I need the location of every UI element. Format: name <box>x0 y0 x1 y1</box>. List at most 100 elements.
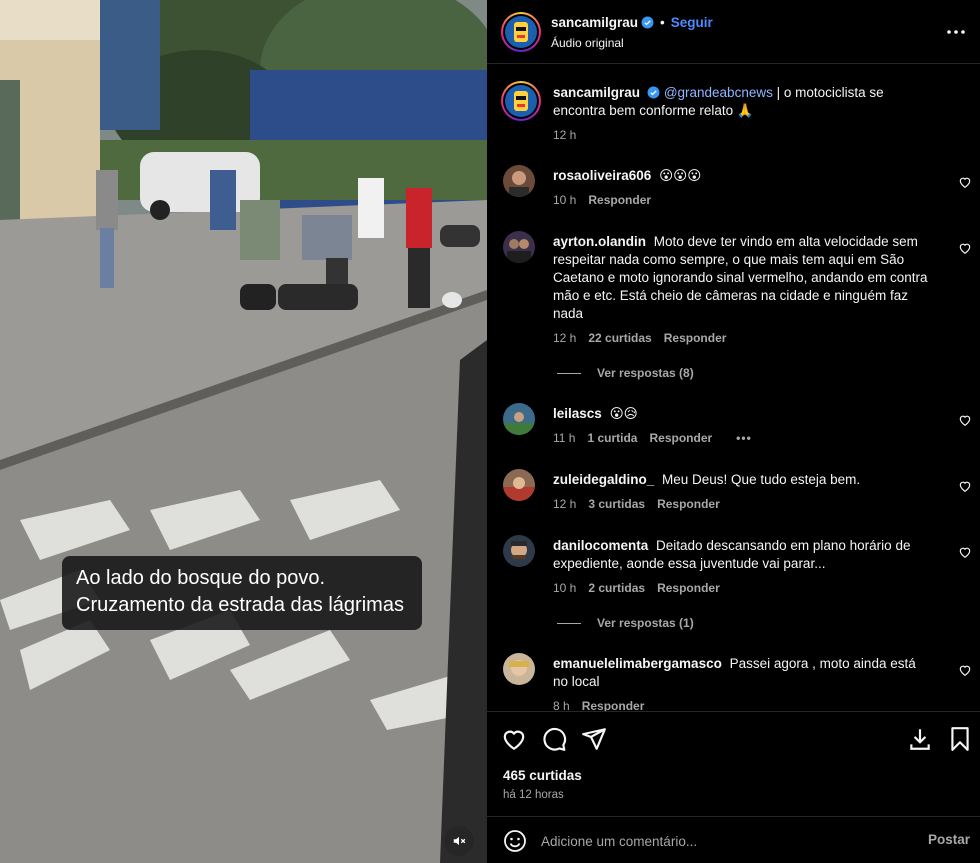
heart-icon[interactable] <box>958 175 972 189</box>
comment-body: 😮😮😮 <box>659 168 702 183</box>
post-panel: sancamilgrau • Seguir Áudio original san… <box>487 0 980 863</box>
caption-text: sancamilgrau @grandeabcnews | o motocicl… <box>553 84 933 120</box>
caption-line-1: Ao lado do bosque do povo. <box>76 567 326 589</box>
comment-avatar[interactable] <box>503 231 535 263</box>
header-user-row: sancamilgrau • Seguir <box>551 15 713 30</box>
download-icon[interactable] <box>907 726 933 752</box>
comment-text: emanuelelimabergamasco Passei agora , mo… <box>553 655 933 691</box>
heart-icon[interactable] <box>958 663 972 677</box>
heart-icon[interactable] <box>958 413 972 427</box>
comment-text: ayrton.olandin Moto deve ter vindo em al… <box>553 233 933 323</box>
comment-input[interactable] <box>541 829 901 853</box>
comment-body: 😮😥 <box>609 406 638 421</box>
comment-username[interactable]: zuleidegaldino_ <box>553 472 654 487</box>
comment-time[interactable]: 8 h <box>553 699 570 711</box>
caption-story-ring[interactable] <box>501 81 541 121</box>
user-photo-icon <box>511 541 527 559</box>
story-ring[interactable] <box>501 12 541 52</box>
reply-button[interactable]: Responder <box>657 497 720 511</box>
comment-body: Meu Deus! Que tudo esteja bem. <box>662 472 861 487</box>
more-options-icon <box>947 30 965 34</box>
caption-line-2: Cruzamento da estrada das lágrimas <box>76 594 404 616</box>
post-timestamp[interactable]: há 12 horas <box>503 789 564 801</box>
bookmark-icon[interactable] <box>947 726 973 752</box>
user-photo-icon <box>503 412 535 435</box>
video-frame <box>0 0 487 863</box>
comment-text: leilascs 😮😥 <box>553 405 933 423</box>
likes-count[interactable]: 3 curtidas <box>588 497 645 511</box>
comment-meta: 12 h 3 curtidas Responder <box>553 497 720 511</box>
comment-time[interactable]: 12 h <box>553 331 576 345</box>
comment-avatar[interactable] <box>503 165 535 197</box>
comment-meta: 11 h 1 curtida Responder ••• <box>553 431 752 445</box>
user-photo-icon <box>509 660 529 676</box>
verified-badge-icon <box>641 16 654 29</box>
view-replies-button[interactable]: Ver respostas (8) <box>557 366 694 380</box>
comment-avatar[interactable] <box>503 469 535 501</box>
profile-logo-icon <box>514 22 528 42</box>
reply-button[interactable]: Responder <box>588 193 651 207</box>
likes-count[interactable]: 22 curtidas <box>588 331 651 345</box>
comment-bubble-icon[interactable] <box>541 726 567 752</box>
comment-username[interactable]: danilocomenta <box>553 538 648 553</box>
likes-count[interactable]: 465 curtidas <box>503 768 582 783</box>
action-bar: 465 curtidas há 12 horas Postar <box>487 711 980 863</box>
mute-button[interactable] <box>444 826 474 856</box>
comment-username[interactable]: rosaoliveira606 <box>553 168 651 183</box>
comment-time[interactable]: 12 h <box>553 497 576 511</box>
profile-logo-icon <box>514 91 528 111</box>
caption-username[interactable]: sancamilgrau <box>553 85 640 100</box>
comment-meta: 10 h Responder <box>553 193 651 207</box>
caption-mention[interactable]: @grandeabcnews <box>664 85 773 100</box>
reply-button[interactable]: Responder <box>582 699 645 711</box>
verified-badge-icon <box>647 86 660 99</box>
heart-icon[interactable] <box>958 479 972 493</box>
comment-text: rosaoliveira606 😮😮😮 <box>553 167 933 185</box>
follow-button[interactable]: Seguir <box>671 15 713 30</box>
comment-avatar[interactable] <box>503 535 535 567</box>
comment-text: danilocomenta Deitado descansando em pla… <box>553 537 933 573</box>
view-replies-button[interactable]: Ver respostas (1) <box>557 616 694 630</box>
user-photo-icon <box>507 239 531 263</box>
video-player[interactable]: Ao lado do bosque do povo. Cruzamento da… <box>0 0 487 863</box>
audio-link[interactable]: Áudio original <box>551 36 624 50</box>
share-send-icon[interactable] <box>581 726 607 752</box>
comment-time[interactable]: 11 h <box>553 431 575 445</box>
comment-avatar[interactable] <box>503 403 535 435</box>
like-heart-icon[interactable] <box>501 726 527 752</box>
emoji-icon[interactable] <box>503 829 527 853</box>
comment-meta: 10 h 2 curtidas Responder <box>553 581 720 595</box>
post-header: sancamilgrau • Seguir Áudio original <box>487 0 980 64</box>
comment-options-button[interactable]: ••• <box>736 431 752 445</box>
add-comment-bar: Postar <box>487 816 980 863</box>
comments-list[interactable]: sancamilgrau @grandeabcnews | o motocicl… <box>487 65 980 711</box>
header-separator: • <box>660 15 665 30</box>
likes-count[interactable]: 1 curtida <box>587 431 637 445</box>
reply-button[interactable]: Responder <box>664 331 727 345</box>
comment-username[interactable]: emanuelelimabergamasco <box>553 656 722 671</box>
caption-meta: 12 h <box>553 128 576 142</box>
comment-meta: 12 h 22 curtidas Responder <box>553 331 726 345</box>
avatar <box>505 16 537 48</box>
comment-time[interactable]: 10 h <box>553 581 576 595</box>
view-replies-label: Ver respostas (1) <box>597 616 694 630</box>
user-photo-icon <box>503 477 535 501</box>
view-replies-label: Ver respostas (8) <box>597 366 694 380</box>
reply-button[interactable]: Responder <box>657 581 720 595</box>
comment-meta: 8 h Responder <box>553 699 644 711</box>
heart-icon[interactable] <box>958 241 972 255</box>
caption-avatar <box>505 85 537 117</box>
comment-username[interactable]: leilascs <box>553 406 602 421</box>
comment-avatar[interactable] <box>503 653 535 685</box>
likes-count[interactable]: 2 curtidas <box>588 581 645 595</box>
comment-text: zuleidegaldino_ Meu Deus! Que tudo estej… <box>553 471 933 489</box>
caption-time[interactable]: 12 h <box>553 128 576 142</box>
post-comment-button[interactable]: Postar <box>928 832 970 847</box>
video-caption: Ao lado do bosque do povo. Cruzamento da… <box>62 556 422 630</box>
reply-button[interactable]: Responder <box>649 431 712 445</box>
more-options-button[interactable] <box>944 20 968 44</box>
header-username[interactable]: sancamilgrau <box>551 15 638 30</box>
comment-time[interactable]: 10 h <box>553 193 576 207</box>
heart-icon[interactable] <box>958 545 972 559</box>
comment-username[interactable]: ayrton.olandin <box>553 234 646 249</box>
